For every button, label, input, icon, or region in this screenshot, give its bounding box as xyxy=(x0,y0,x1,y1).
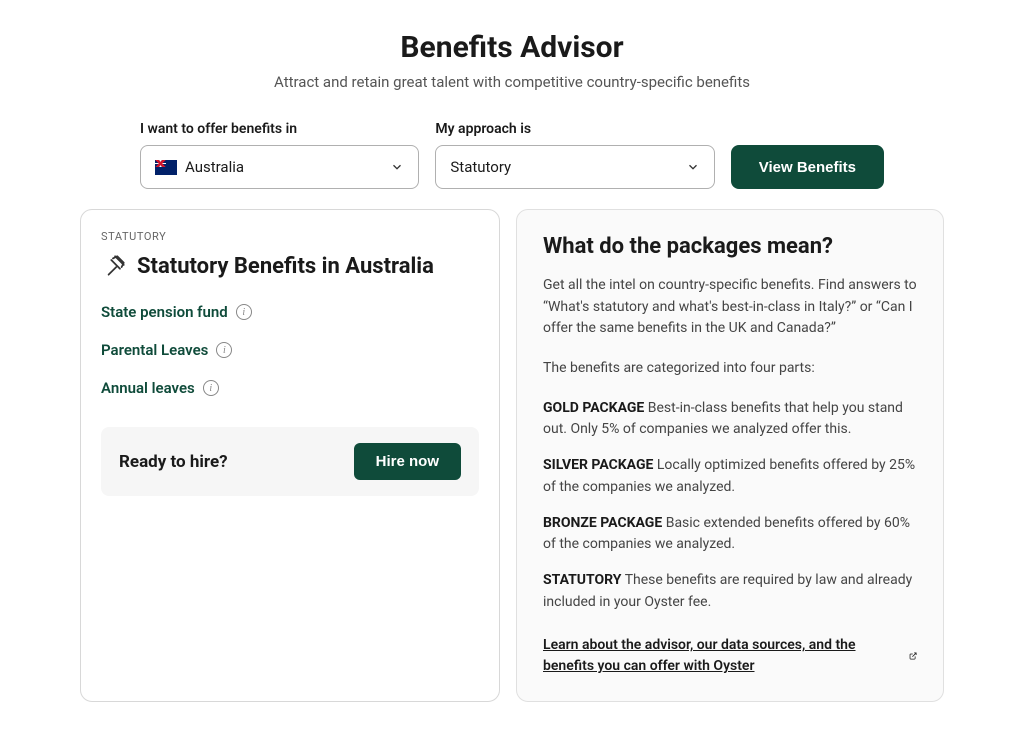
package-description: BRONZE PACKAGE Basic extended benefits o… xyxy=(543,513,917,556)
hire-prompt: Ready to hire? xyxy=(119,452,228,472)
benefit-label: State pension fund xyxy=(101,303,228,321)
filter-bar: I want to offer benefits in Australia My… xyxy=(80,121,944,189)
learn-link-text: Learn about the advisor, our data source… xyxy=(543,635,903,677)
flag-icon xyxy=(155,160,177,175)
country-select[interactable]: Australia xyxy=(140,145,419,189)
info-icon[interactable]: i xyxy=(236,304,252,320)
country-label: I want to offer benefits in xyxy=(140,121,419,137)
main-content: STATUTORY Statutory Benefits in Australi… xyxy=(80,209,944,702)
info-intro: Get all the intel on country-specific be… xyxy=(543,275,917,340)
benefit-item[interactable]: Annual leaves i xyxy=(101,379,479,397)
benefit-item[interactable]: State pension fund i xyxy=(101,303,479,321)
info-categories-intro: The benefits are categorized into four p… xyxy=(543,358,917,380)
hire-now-button[interactable]: Hire now xyxy=(354,443,461,480)
info-icon[interactable]: i xyxy=(203,380,219,396)
country-filter: I want to offer benefits in Australia xyxy=(140,121,419,189)
chevron-down-icon xyxy=(686,160,700,174)
info-icon[interactable]: i xyxy=(216,342,232,358)
package-name: BRONZE PACKAGE xyxy=(543,515,662,531)
package-description: STATUTORY These benefits are required by… xyxy=(543,570,917,613)
benefit-label: Annual leaves xyxy=(101,379,195,397)
approach-label: My approach is xyxy=(435,121,714,137)
country-value: Australia xyxy=(185,158,244,176)
benefit-label: Parental Leaves xyxy=(101,341,208,359)
package-name: GOLD PACKAGE xyxy=(543,400,644,416)
package-name: SILVER PACKAGE xyxy=(543,457,653,473)
package-name: STATUTORY xyxy=(543,572,621,588)
learn-more-link[interactable]: Learn about the advisor, our data source… xyxy=(543,635,917,677)
package-tag: STATUTORY xyxy=(101,230,479,243)
package-description: SILVER PACKAGE Locally optimized benefit… xyxy=(543,455,917,498)
info-title: What do the packages mean? xyxy=(543,234,917,259)
page-subtitle: Attract and retain great talent with com… xyxy=(80,73,944,91)
view-benefits-button[interactable]: View Benefits xyxy=(731,145,884,189)
results-title-row: Statutory Benefits in Australia xyxy=(101,253,479,279)
chevron-down-icon xyxy=(390,160,404,174)
package-description: GOLD PACKAGE Best-in-class benefits that… xyxy=(543,398,917,441)
external-link-icon xyxy=(909,650,917,662)
page-title: Benefits Advisor xyxy=(80,30,944,65)
results-panel: STATUTORY Statutory Benefits in Australi… xyxy=(80,209,500,702)
approach-value: Statutory xyxy=(450,158,511,176)
results-title: Statutory Benefits in Australia xyxy=(137,254,434,279)
page-header: Benefits Advisor Attract and retain grea… xyxy=(80,30,944,91)
info-panel: What do the packages mean? Get all the i… xyxy=(516,209,944,702)
approach-select[interactable]: Statutory xyxy=(435,145,714,189)
benefit-item[interactable]: Parental Leaves i xyxy=(101,341,479,359)
approach-filter: My approach is Statutory xyxy=(435,121,714,189)
hire-cta: Ready to hire? Hire now xyxy=(101,427,479,496)
gavel-icon xyxy=(101,253,127,279)
